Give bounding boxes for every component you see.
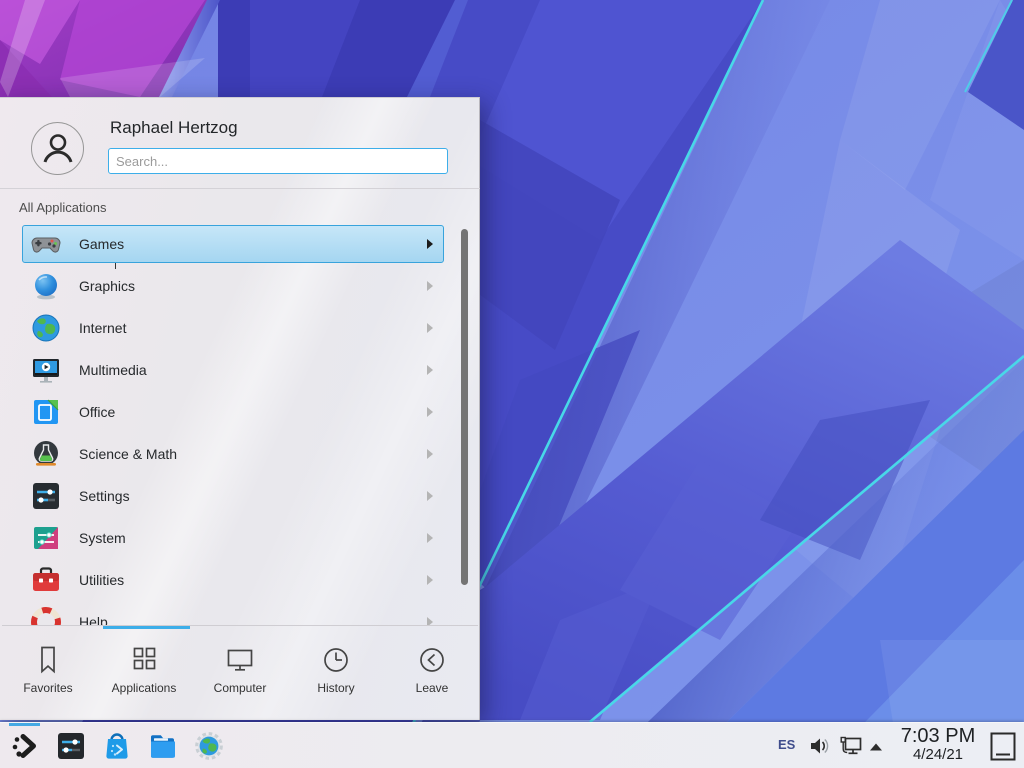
category-utilities[interactable]: Utilities: [22, 561, 444, 599]
monitor-icon: [224, 644, 256, 676]
grid-icon: [129, 644, 159, 676]
keyboard-layout-indicator[interactable]: ES: [778, 737, 795, 752]
list-scrollbar[interactable]: [461, 229, 468, 585]
tab-applications[interactable]: Applications: [96, 630, 192, 721]
active-tab-indicator: [103, 626, 190, 629]
desktop: Raphael Hertzog All Applications Games: [0, 0, 1024, 768]
user-icon: [38, 129, 78, 169]
section-label: All Applications: [19, 200, 106, 215]
games-icon: [30, 228, 62, 260]
clock-time: 7:03 PM: [890, 726, 986, 747]
category-list: Games Graphics: [0, 224, 480, 625]
leave-icon: [416, 644, 448, 676]
category-label: Graphics: [79, 278, 135, 294]
web-browser-icon[interactable]: [194, 731, 224, 761]
clock-date: 4/24/21: [890, 747, 986, 763]
category-label: Games: [79, 236, 124, 252]
tabbar-separator: [2, 625, 478, 626]
tab-label: Computer: [214, 681, 267, 695]
category-label: Help: [79, 614, 108, 625]
system-icon: [30, 522, 62, 554]
tab-computer[interactable]: Computer: [192, 630, 288, 721]
graphics-icon: [30, 270, 62, 302]
utilities-icon: [30, 564, 62, 596]
discover-icon[interactable]: [102, 731, 132, 761]
submenu-arrow-icon: [427, 365, 433, 375]
volume-icon[interactable]: [808, 734, 832, 763]
header-separator: [0, 188, 480, 189]
application-launcher-menu: Raphael Hertzog All Applications Games: [0, 97, 480, 720]
taskbar-panel: ES 7:03 PM 4/24/21: [0, 722, 1024, 768]
category-games[interactable]: Games: [22, 225, 444, 263]
tab-label: Applications: [112, 681, 177, 695]
category-internet[interactable]: Internet: [22, 309, 444, 347]
submenu-arrow-icon: [427, 449, 433, 459]
tab-leave[interactable]: Leave: [384, 630, 480, 721]
category-label: Settings: [79, 488, 130, 504]
category-label: Internet: [79, 320, 126, 336]
search-input[interactable]: [108, 148, 448, 174]
dolphin-file-manager-icon[interactable]: [148, 731, 178, 761]
category-multimedia[interactable]: Multimedia: [22, 351, 444, 389]
category-office[interactable]: Office: [22, 393, 444, 431]
tab-label: History: [317, 681, 354, 695]
bookmark-icon: [33, 644, 63, 676]
office-icon: [30, 396, 62, 428]
category-label: Science & Math: [79, 446, 177, 462]
user-name: Raphael Hertzog: [110, 118, 238, 138]
launcher-active-indicator: [9, 723, 40, 726]
submenu-arrow-icon: [427, 491, 433, 501]
launcher-tabbar: Favorites Applications: [0, 630, 480, 721]
multimedia-icon: [30, 354, 62, 386]
category-label: Multimedia: [79, 362, 147, 378]
system-settings-icon[interactable]: [56, 731, 86, 761]
submenu-arrow-icon: [427, 575, 433, 585]
category-label: Utilities: [79, 572, 124, 588]
tab-favorites[interactable]: Favorites: [0, 630, 96, 721]
internet-icon: [30, 312, 62, 344]
category-system[interactable]: System: [22, 519, 444, 557]
submenu-arrow-icon: [427, 617, 433, 625]
category-help[interactable]: Help: [22, 603, 444, 625]
tab-label: Leave: [416, 681, 449, 695]
category-label: Office: [79, 404, 115, 420]
clock-icon: [320, 644, 352, 676]
submenu-arrow-icon: [427, 281, 433, 291]
digital-clock[interactable]: 7:03 PM 4/24/21: [890, 726, 986, 763]
help-icon: [30, 606, 62, 625]
category-label: System: [79, 530, 126, 546]
category-graphics[interactable]: Graphics: [22, 267, 444, 305]
network-icon[interactable]: [838, 734, 864, 763]
tab-label: Favorites: [23, 681, 72, 695]
category-science-math[interactable]: Science & Math: [22, 435, 444, 473]
expand-tray-arrow-icon[interactable]: [869, 740, 883, 758]
submenu-arrow-icon: [427, 239, 433, 249]
submenu-arrow-icon: [427, 533, 433, 543]
show-desktop-button[interactable]: [990, 732, 1016, 761]
category-settings[interactable]: Settings: [22, 477, 444, 515]
user-avatar: [31, 122, 84, 175]
application-launcher-icon[interactable]: [10, 731, 40, 761]
submenu-arrow-icon: [427, 323, 433, 333]
settings-icon: [30, 480, 62, 512]
science-icon: [30, 438, 62, 470]
tab-history[interactable]: History: [288, 630, 384, 721]
submenu-arrow-icon: [427, 407, 433, 417]
